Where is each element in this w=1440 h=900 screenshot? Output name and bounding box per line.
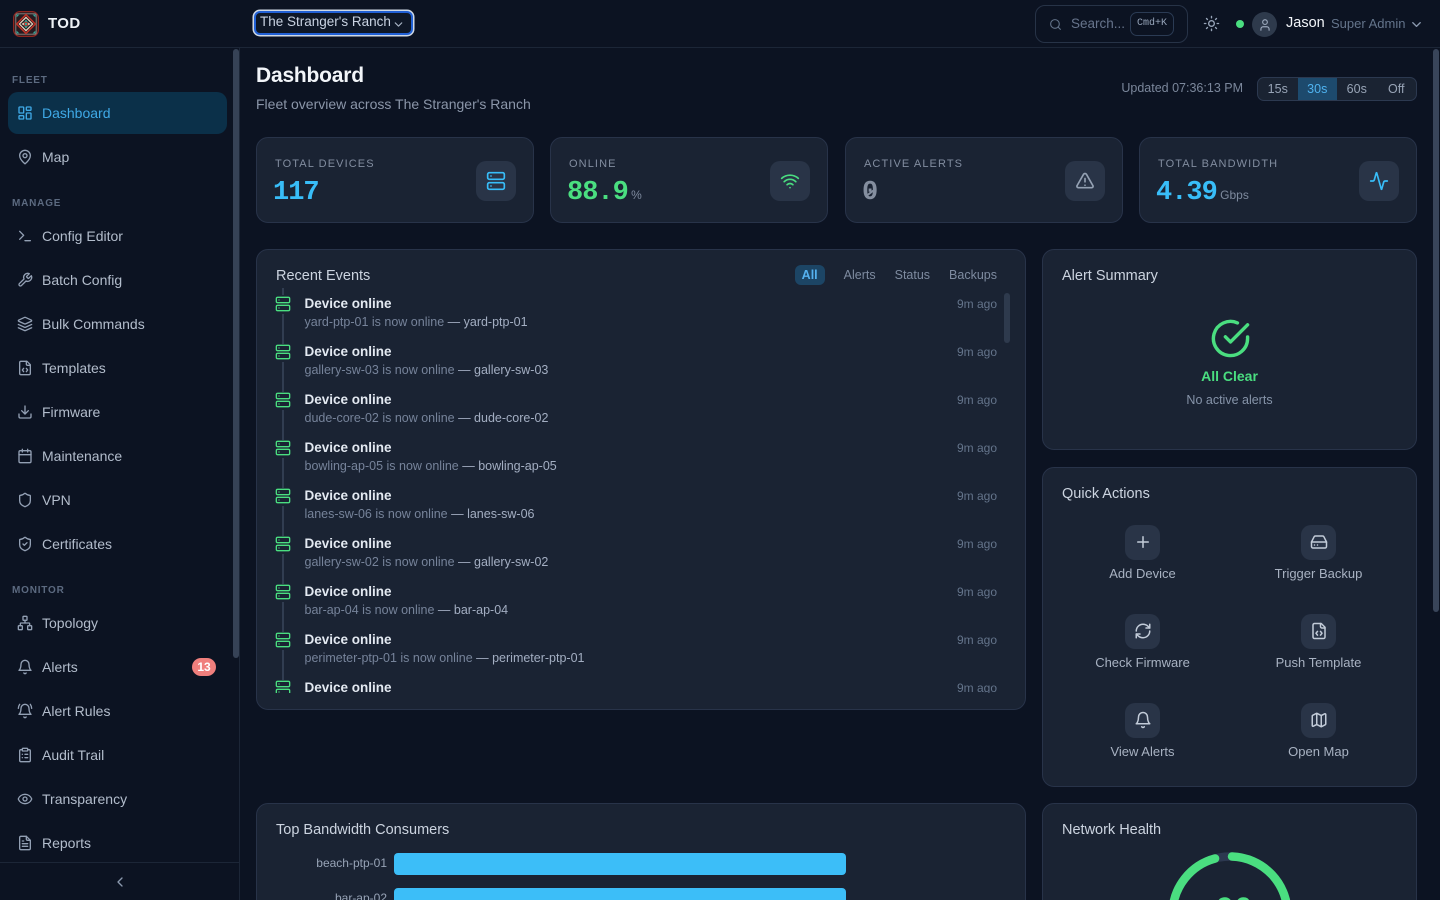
svg-text:96: 96 [1216,893,1252,900]
